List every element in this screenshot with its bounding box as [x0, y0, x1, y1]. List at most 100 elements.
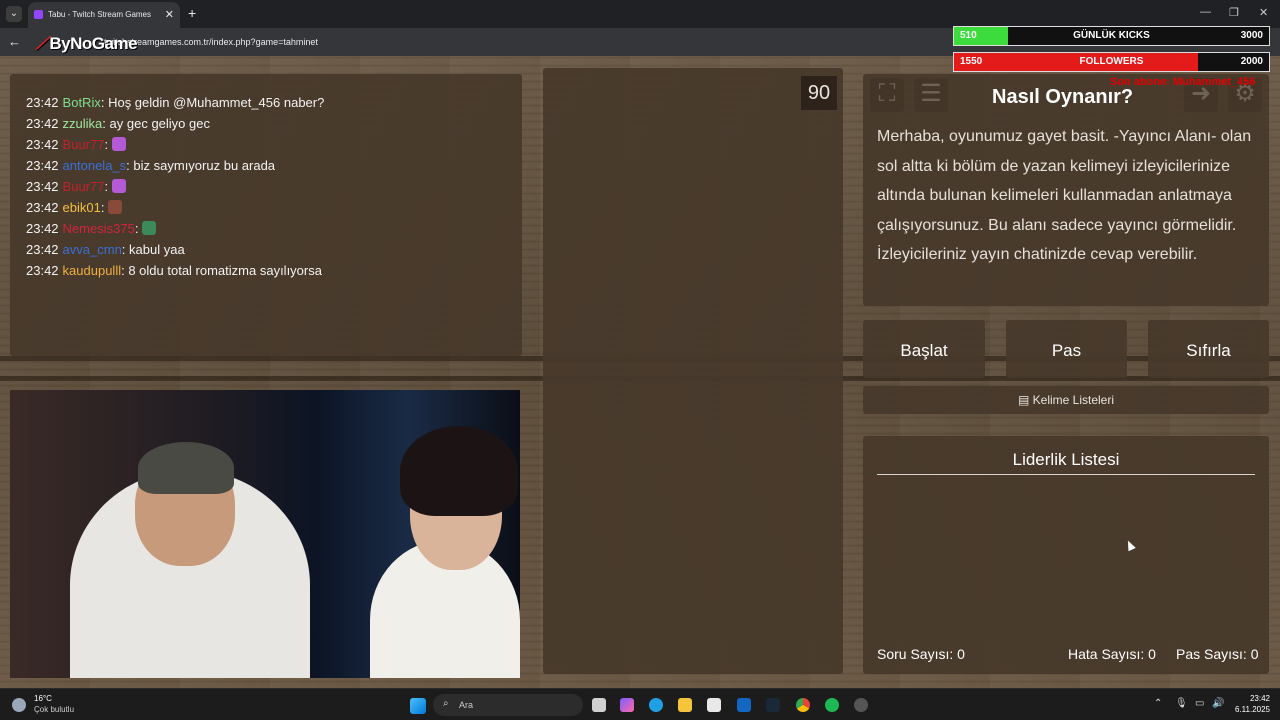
chat-message: 23:42 Buur77:: [10, 134, 522, 155]
edge-icon[interactable]: [649, 698, 663, 712]
close-tab-icon[interactable]: ✕: [165, 8, 174, 21]
start-windows-icon[interactable]: [410, 698, 426, 714]
chat-timestamp: 23:42: [26, 116, 59, 131]
chat-timestamp: 23:42: [26, 221, 59, 236]
chat-username[interactable]: BotRix: [63, 95, 101, 110]
weather-desc: Çok bulutlu: [34, 705, 75, 714]
start-button[interactable]: Başlat: [863, 320, 985, 378]
kicks-goal-label: GÜNLÜK KICKS: [1073, 30, 1150, 41]
rules-title: Nasıl Oynanır?: [992, 86, 1134, 108]
question-count: Soru Sayısı: 0: [877, 646, 965, 662]
word-lists-button[interactable]: ▤ Kelime Listeleri: [863, 386, 1269, 414]
kicks-goal: 3000: [1240, 30, 1263, 41]
browser-tab[interactable]: Tabu - Twitch Stream Games ✕: [28, 2, 180, 28]
chat-emote-icon: [108, 200, 123, 214]
pass-button[interactable]: Pas: [1006, 320, 1127, 378]
chat-username[interactable]: avva_cmn: [63, 242, 122, 257]
chat-username[interactable]: Buur77: [63, 137, 105, 152]
rules-text: Merhaba, oyunumuz gayet basit. -Yayıncı …: [877, 128, 1252, 263]
copilot-icon[interactable]: [620, 698, 634, 712]
task-view-icon[interactable]: [592, 698, 606, 712]
restore-icon[interactable]: ❐: [1229, 6, 1239, 19]
chat-username[interactable]: Buur77: [63, 179, 105, 194]
close-window-icon[interactable]: ✕: [1259, 6, 1268, 19]
chat-text: biz saymıyoruz bu arada: [133, 158, 276, 173]
taskbar-search[interactable]: ⌕ Ara: [433, 694, 583, 716]
chat-text: Hoş geldin @Muhammet_456 naber?: [108, 95, 325, 110]
chat-message: 23:42 zzulika: ay gec geliyo gec: [10, 113, 522, 134]
word-lists-label: Kelime Listeleri: [1032, 393, 1115, 407]
notepad-icon: ▤: [1017, 393, 1030, 407]
chat-separator: :: [104, 179, 112, 194]
chat-message: 23:42 kaudupulll: 8 oldu total romatizma …: [10, 260, 522, 281]
streamer-area-panel: [543, 68, 843, 674]
tab-search-button[interactable]: ⌄: [6, 6, 22, 22]
chat-emote-icon: [111, 179, 126, 193]
chat-username[interactable]: Nemesis375: [63, 221, 135, 236]
game-page: 23:42 BotRix: Hoş geldin @Muhammet_456 na…: [0, 56, 1280, 688]
weather-cloud-icon[interactable]: [12, 698, 26, 712]
chrome-icon[interactable]: [796, 698, 810, 712]
chat-message: 23:42 BotRix: Hoş geldin @Muhammet_456 na…: [10, 92, 522, 113]
fullscreen-icon[interactable]: ⛶: [870, 78, 904, 112]
search-placeholder: Ara: [459, 700, 474, 710]
streamer-cap: [138, 442, 234, 494]
clock-date[interactable]: 6.11.2025: [1220, 705, 1270, 714]
search-icon: ⌕: [443, 698, 449, 709]
kicks-current: 510: [960, 30, 977, 41]
chat-separator: :: [100, 95, 109, 110]
chat-username[interactable]: ebik01: [63, 200, 101, 215]
chat-username[interactable]: kaudupulll: [63, 263, 122, 278]
chat-message: 23:42 ebik01:: [10, 197, 522, 218]
chat-username[interactable]: zzulika: [63, 116, 103, 131]
chat-separator: :: [104, 137, 112, 152]
kicks-goal-bar: GÜNLÜK KICKS 510 3000: [953, 26, 1270, 46]
chat-separator: :: [134, 221, 143, 236]
chat-timestamp: 23:42: [26, 200, 59, 215]
leaderboard-divider: [877, 474, 1255, 475]
browser-tab-strip: ⌄ Tabu - Twitch Stream Games ✕ + — ❐ ✕: [0, 0, 1280, 28]
chat-separator: :: [102, 116, 110, 131]
error-count: Hata Sayısı: 0: [1068, 646, 1156, 662]
bynogame-logo: ⟋ ByNoGame: [36, 34, 138, 53]
chat-separator: :: [100, 200, 109, 215]
network-icon[interactable]: ▭: [1195, 698, 1204, 709]
pass-count: Pas Sayısı: 0: [1176, 646, 1259, 662]
obs-icon[interactable]: [854, 698, 868, 712]
chat-emote-icon: [142, 221, 157, 235]
steam-icon[interactable]: [766, 698, 780, 712]
followers-goal-bar: FOLLOWERS 1550 2000: [953, 52, 1270, 72]
tray-overflow-icon[interactable]: ⌃: [1154, 698, 1162, 709]
microphone-icon[interactable]: 🎙: [1175, 698, 1188, 709]
leaderboard-title: Liderlik Listesi: [1012, 450, 1120, 469]
minimize-icon[interactable]: —: [1200, 6, 1211, 18]
spotify-icon[interactable]: [825, 698, 839, 712]
leaderboard-panel: Liderlik Listesi Soru Sayısı: 0 Hata Say…: [863, 436, 1269, 674]
chat-username[interactable]: antonela_s: [63, 158, 127, 173]
back-arrow-icon[interactable]: ←: [8, 34, 21, 49]
chat-timestamp: 23:42: [26, 263, 59, 278]
chat-message: 23:42 Nemesis375:: [10, 218, 522, 239]
followers-current: 1550: [960, 56, 983, 67]
followers-goal: 2000: [1240, 56, 1263, 67]
weather-temp: 16°C: [34, 694, 52, 703]
chat-text: ay gec geliyo gec: [109, 116, 210, 131]
cohost-hair: [400, 426, 518, 516]
chat-message: 23:42 antonela_s: biz saymıyoruz bu arada: [10, 155, 522, 176]
chat-timestamp: 23:42: [26, 179, 59, 194]
tab-title: Tabu - Twitch Stream Games: [48, 10, 151, 19]
new-tab-button[interactable]: +: [188, 5, 196, 21]
chat-panel: 23:42 BotRix: Hoş geldin @Muhammet_456 na…: [10, 74, 522, 356]
rules-book-icon[interactable]: ☰: [914, 78, 948, 112]
chat-separator: :: [121, 242, 130, 257]
chat-emote-icon: [111, 137, 126, 151]
file-explorer-icon[interactable]: [678, 698, 692, 712]
followers-goal-label: FOLLOWERS: [1079, 56, 1144, 67]
twitch-favicon-icon: [34, 10, 43, 19]
reset-button[interactable]: Sıfırla: [1148, 320, 1269, 378]
chat-timestamp: 23:42: [26, 95, 59, 110]
clock-time[interactable]: 23:42: [1230, 694, 1270, 703]
chat-messages: 23:42 BotRix: Hoş geldin @Muhammet_456 na…: [10, 74, 522, 281]
store-icon[interactable]: [707, 698, 721, 712]
outlook-icon[interactable]: [737, 698, 751, 712]
